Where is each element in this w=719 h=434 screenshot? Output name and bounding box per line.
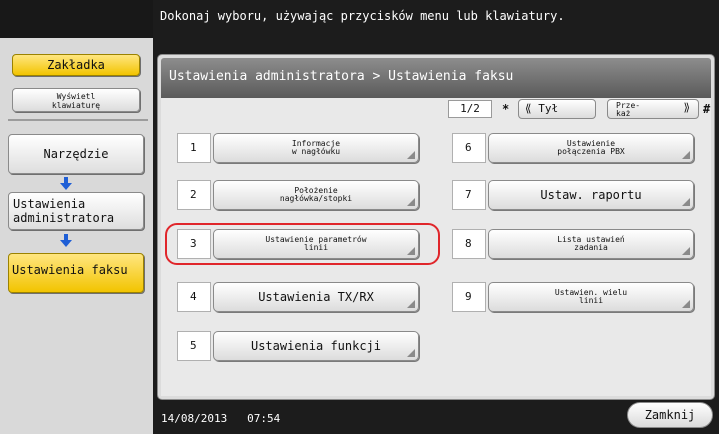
main-area: Dokonaj wyboru, używając przycisków menu… [153,0,719,434]
corner-indicator-icon [407,151,415,159]
header-info-button[interactable]: Informacje w nagłówku [213,133,419,163]
menu-item-number: 3 [177,229,211,259]
date-time: 14/08/2013 07:54 [161,412,280,425]
menu-item-number: 5 [177,331,211,361]
back-button[interactable]: ⟪ Tył [518,99,596,119]
menu-item-number: 9 [452,282,486,312]
job-settings-list-button[interactable]: Lista ustawień zadania [488,229,694,259]
close-button[interactable]: Zamknij [627,402,713,428]
next-page-button[interactable]: Prze- każ ⟫ [607,99,699,119]
report-settings-button[interactable]: Ustaw. raportu [488,180,694,210]
corner-indicator-icon [407,300,415,308]
menu-item-6: 6 Ustawienie połączenia PBX [452,133,700,163]
breadcrumb: Ustawienia administratora > Ustawienia f… [169,69,514,84]
header-footer-position-button[interactable]: Położenie nagłówka/stopki [213,180,419,210]
arrow-down-icon [60,177,72,190]
tx-rx-settings-button[interactable]: Ustawienia TX/RX [213,282,419,312]
menu-item-3: 3 Ustawienie parametrów linii [177,229,421,259]
tab-button[interactable]: Zakładka [12,54,140,76]
button-label-line2: zadania [574,243,608,252]
corner-indicator-icon [407,247,415,255]
corner-indicator-icon [682,300,690,308]
button-label-line2: w nagłówku [291,147,341,156]
corner-indicator-icon [682,198,690,206]
forward-chevron-icon: ⟫ [683,101,690,114]
menu-item-number: 8 [452,229,486,259]
menu-item-5: 5 Ustawienia funkcji [177,331,421,361]
menu-item-number: 6 [452,133,486,163]
corner-indicator-icon [682,247,690,255]
button-label: Ustawienia funkcji [250,339,382,353]
instruction-text: Dokonaj wyboru, używając przycisków menu… [160,9,565,23]
show-keyboard-label-line1: Wyświetl [56,92,96,101]
menu-item-8: 8 Lista ustawień zadania [452,229,700,259]
corner-indicator-icon [407,349,415,357]
corner-indicator-icon [682,151,690,159]
nav-admin-label-line2: administratora [13,211,115,225]
menu-item-7: 7 Ustaw. raportu [452,180,700,210]
menu-item-4: 4 Ustawienia TX/RX [177,282,421,312]
menu-item-2: 2 Położenie nagłówka/stopki [177,180,421,210]
button-label-line2: połączenia PBX [557,147,625,156]
show-keyboard-button[interactable]: Wyświetl klawiaturę [12,88,140,112]
pbx-connection-button[interactable]: Ustawienie połączenia PBX [488,133,694,163]
menu-item-number: 4 [177,282,211,312]
menu-item-number: 7 [452,180,486,210]
nav-admin-label-line1: Ustawienia [13,197,86,211]
menu-item-number: 2 [177,180,211,210]
page-indicator: 1/2 [448,100,492,118]
button-label-line2: linii [303,243,329,252]
back-chevron-icon: ⟪ [525,102,532,115]
nav-fax-settings-button[interactable]: Ustawienia faksu [8,253,144,293]
pager-strip: 1/2 * ⟪ Tył Prze- każ ⟫ # [161,98,711,120]
button-label-line2: nagłówka/stopki [279,194,353,203]
menu-item-1: 1 Informacje w nagłówku [177,133,421,163]
sidebar-divider [8,119,148,121]
nav-tool-button[interactable]: Narzędzie [8,134,144,174]
button-label: Ustaw. raportu [540,188,642,202]
left-sidebar: Zakładka Wyświetl klawiaturę Narzędzie U… [0,0,153,434]
date-text: 14/08/2013 [161,412,228,425]
multi-line-settings-button[interactable]: Ustawien. wielu linii [488,282,694,312]
nav-admin-settings-button[interactable]: Ustawienia administratora [8,192,144,230]
menu-item-number: 1 [177,133,211,163]
panel-header: Ustawienia administratora > Ustawienia f… [161,58,711,98]
star-key-icon: * [502,102,510,116]
show-keyboard-label-line2: klawiaturę [51,101,101,110]
function-settings-button[interactable]: Ustawienia funkcji [213,331,419,361]
button-label: Ustawienia TX/RX [258,290,374,304]
back-label: Tył [538,102,559,115]
hash-key-icon: # [703,102,711,116]
line-parameter-settings-button[interactable]: Ustawienie parametrów linii [213,229,419,259]
corner-indicator-icon [407,198,415,206]
menu-item-9: 9 Ustawien. wielu linii [452,282,700,312]
time-text: 07:54 [247,412,281,425]
sidebar-top-bar [0,0,153,38]
arrow-down-icon [60,234,72,247]
button-label-line2: linii [578,296,604,305]
